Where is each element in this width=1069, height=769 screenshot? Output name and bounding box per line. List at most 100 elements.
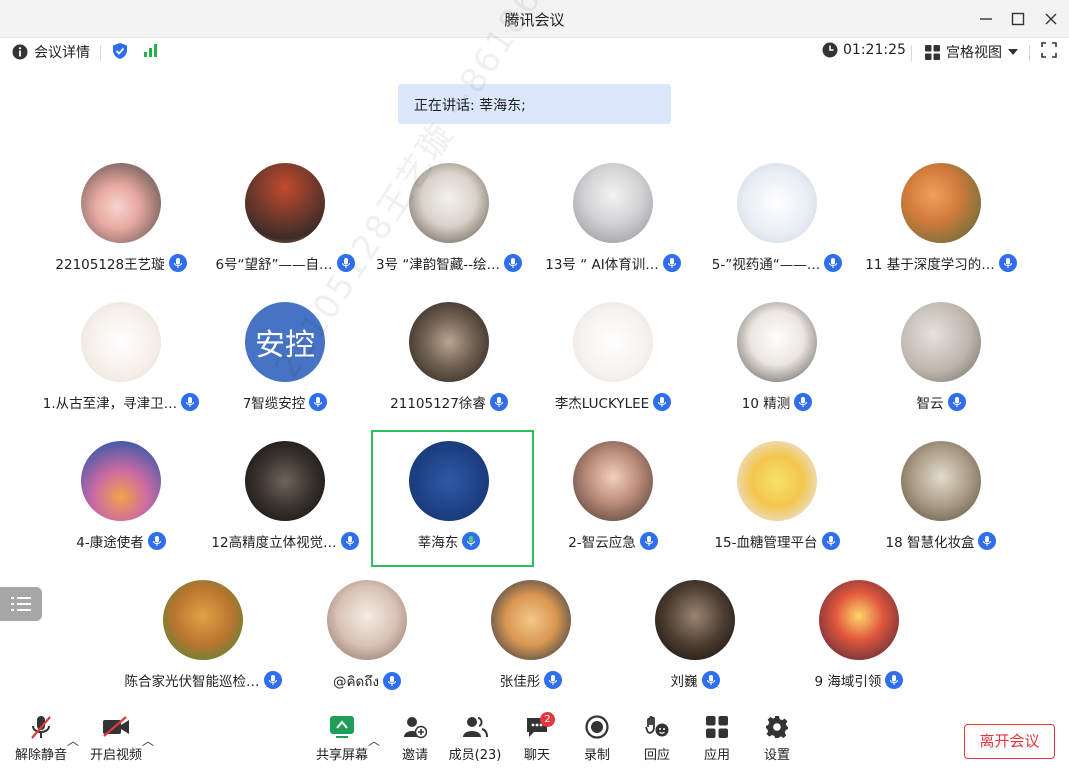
participant-name-row: 6号“望舒”——自… [203, 253, 367, 273]
participant-name: @คิดถึง [332, 674, 380, 690]
mic-status-icon [662, 254, 681, 272]
view-mode-label: 宫格视图 [946, 45, 1002, 61]
signal-icon [144, 44, 157, 57]
leave-meeting-button[interactable]: 离开会议 [964, 724, 1055, 759]
timer-text: 01:21:25 [843, 42, 906, 58]
mic-status-icon [340, 532, 359, 550]
react-button[interactable]: 回应 [625, 712, 689, 768]
participant-name-row: 3号 “津韵智藏--绘… [367, 253, 531, 273]
participant-tile[interactable]: 2-智云应急 [531, 441, 695, 569]
chat-button[interactable]: 2 聊天 [505, 712, 569, 768]
participant-name: 7智缆安控 [242, 396, 306, 412]
participant-tile[interactable]: @คิดถึง [285, 580, 449, 708]
participant-tile[interactable]: 9 海域引领 [777, 580, 941, 708]
mic-status-icon [309, 393, 328, 411]
participant-avatar [819, 580, 899, 660]
participant-tile[interactable]: 15-血糖管理平台 [695, 441, 859, 569]
fullscreen-button[interactable] [1041, 42, 1057, 58]
participant-tile[interactable]: 6号“望舒”——自… [203, 163, 367, 291]
participant-tile[interactable]: 12高精度立体视觉… [203, 441, 367, 569]
mic-status-icon [336, 254, 355, 272]
info-icon [12, 44, 28, 60]
share-screen-button[interactable]: 共享屏幕 [310, 712, 374, 768]
invite-button[interactable]: 邀请 [383, 712, 447, 768]
start-video-label: 开启视频 [89, 748, 142, 763]
security-button[interactable] [111, 42, 129, 60]
participant-name-row: 13号 “ AI体育训… [531, 253, 695, 273]
settings-label: 设置 [763, 748, 790, 763]
mic-status-icon [701, 671, 720, 689]
speaking-banner: 正在讲话: 莘海东; [398, 84, 671, 124]
members-button[interactable]: 成员(23) [443, 712, 507, 768]
invite-label: 邀请 [401, 748, 428, 763]
participant-name-row: 2-智云应急 [531, 531, 695, 551]
participant-tile[interactable]: 18 智慧化妆盒 [859, 441, 1023, 569]
meeting-details-button[interactable]: 会议详情 [12, 42, 90, 62]
participant-name: 15-血糖管理平台 [714, 535, 818, 551]
participant-avatar [655, 580, 735, 660]
participant-name-row: 7智缆安控 [203, 392, 367, 412]
participant-tile[interactable]: 13号 “ AI体育训… [531, 163, 695, 291]
meeting-details-label: 会议详情 [34, 45, 90, 61]
minimize-button[interactable] [975, 8, 997, 30]
participant-tile[interactable]: 1.从古至津，寻津卫… [39, 302, 203, 430]
participant-name: 4-康途使者 [76, 535, 144, 551]
record-icon [585, 715, 609, 739]
mic-status-icon [263, 671, 282, 689]
participant-name-row: 4-康途使者 [39, 531, 203, 551]
reaction-icon [645, 715, 669, 737]
participant-avatar [573, 441, 653, 521]
participant-avatar [81, 302, 161, 382]
participant-tile[interactable]: 智云 [859, 302, 1023, 430]
participant-name: 6号“望舒”——自… [215, 257, 333, 273]
mic-status-icon [504, 254, 523, 272]
participant-tile[interactable]: 3号 “津韵智藏--绘… [367, 163, 531, 291]
maximize-button[interactable] [1007, 8, 1029, 30]
video-options-caret[interactable]: ︿ [142, 732, 154, 749]
share-options-caret[interactable]: ︿ [368, 732, 380, 749]
participant-tile[interactable]: 陈合家光伏智能巡检… [121, 580, 285, 708]
participant-avatar [245, 441, 325, 521]
title-bar: 腾讯会议 [0, 0, 1069, 38]
share-screen-label: 共享屏幕 [315, 748, 368, 763]
start-video-button[interactable]: 开启视频 [84, 712, 148, 768]
participant-name-row: 12高精度立体视觉… [203, 531, 367, 551]
participant-tile[interactable]: 22105128王艺璇 [39, 163, 203, 291]
view-mode-dropdown[interactable]: 宫格视图 [925, 42, 1018, 62]
apps-button[interactable]: 应用 [685, 712, 749, 768]
record-button[interactable]: 录制 [565, 712, 629, 768]
participant-tile[interactable]: 5-”视药通“——… [695, 163, 859, 291]
mic-status-icon [653, 393, 672, 411]
close-button[interactable] [1040, 8, 1062, 30]
participant-tile[interactable]: 21105127徐睿 [367, 302, 531, 430]
participant-tile[interactable]: 张佳彤 [449, 580, 613, 708]
participant-name-row: 21105127徐睿 [367, 392, 531, 412]
participant-tile[interactable]: 刘巍 [613, 580, 777, 708]
meeting-toolbar: 解除静音 ︿ 开启视频 ︿ 共享屏幕 ︿ 邀请 成员(23) 2 聊天 录制 回… [0, 706, 1069, 769]
participant-name: 18 智慧化妆盒 [885, 535, 975, 551]
divider [100, 45, 101, 61]
network-signal[interactable] [142, 42, 158, 58]
participant-tile[interactable]: 10 精测 [695, 302, 859, 430]
maximize-icon [1011, 12, 1025, 26]
participant-name-row: 18 智慧化妆盒 [859, 531, 1023, 551]
apps-label: 应用 [703, 748, 730, 763]
participant-tile[interactable]: 安控 7智缆安控 [203, 302, 367, 430]
window-title: 腾讯会议 [504, 11, 565, 29]
settings-button[interactable]: 设置 [745, 712, 809, 768]
participant-tile[interactable]: 11 基于深度学习的… [859, 163, 1023, 291]
floating-list-button[interactable] [0, 587, 42, 621]
participant-name: 9 海域引领 [814, 674, 882, 690]
apps-icon [706, 716, 728, 738]
audio-options-caret[interactable]: ︿ [67, 732, 79, 749]
unmute-button[interactable]: 解除静音 [9, 712, 73, 768]
participant-tile[interactable]: 4-康途使者 [39, 441, 203, 569]
mic-status-icon [947, 393, 966, 411]
participant-tile[interactable]: 李杰LUCKYLEE [531, 302, 695, 430]
participant-name-row: 9 海域引领 [777, 670, 941, 690]
participant-name: 3号 “津韵智藏--绘… [375, 257, 501, 273]
record-label: 录制 [583, 748, 610, 763]
participant-avatar [409, 302, 489, 382]
mic-status-icon [998, 254, 1017, 272]
participant-name: 10 精测 [741, 396, 791, 412]
